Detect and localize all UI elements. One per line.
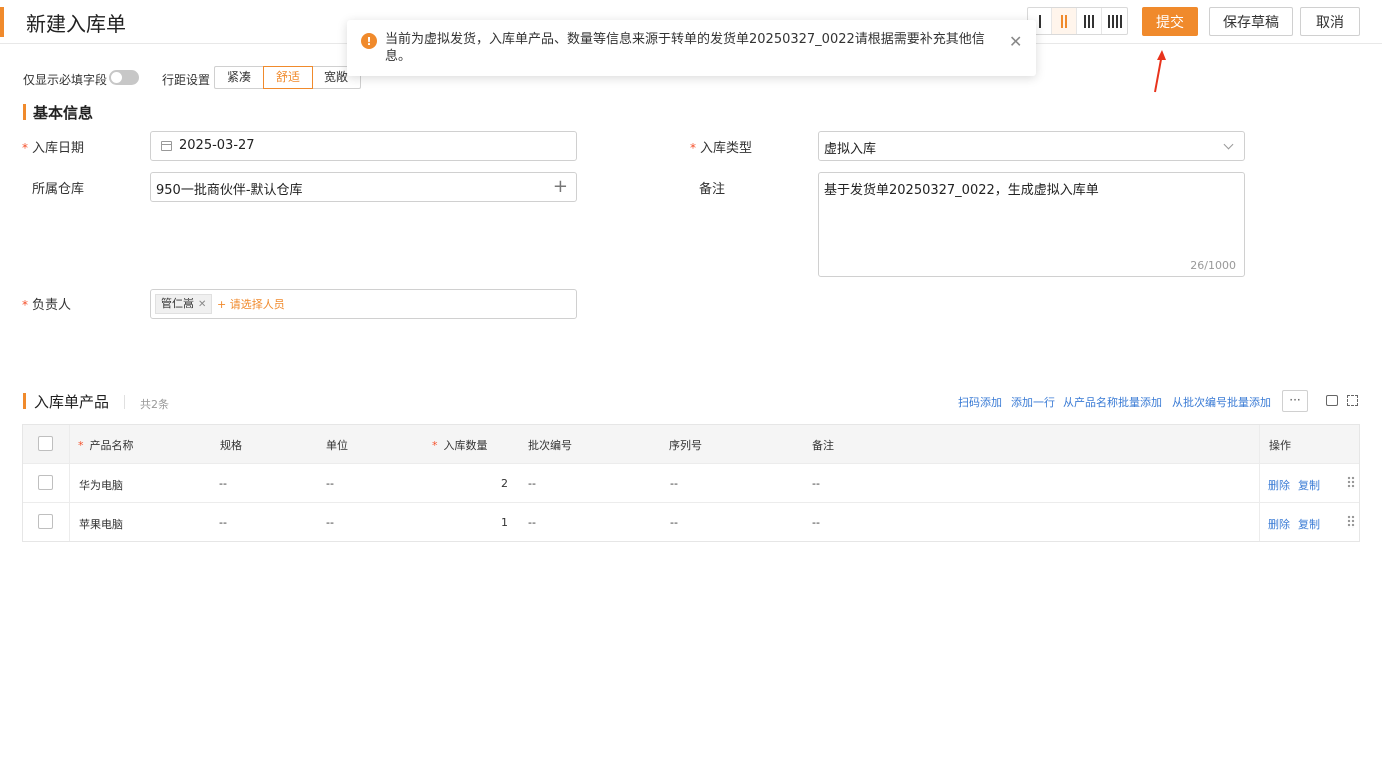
notice-message: 当前为虚拟发货，入库单产品、数量等信息来源于转单的发货单20250327_002…	[385, 32, 985, 64]
batch-cell[interactable]: --	[528, 516, 536, 529]
copy-row-link[interactable]: 复制	[1298, 516, 1320, 532]
owner-field[interactable]: 管仁嵩 ✕ + 请选择人员	[150, 289, 577, 319]
layout-3-column-button[interactable]	[1077, 8, 1102, 34]
col-quantity: * 入库数量	[432, 439, 488, 452]
products-count: 共2条	[140, 398, 169, 411]
basic-info-title: 基本信息	[33, 104, 94, 122]
fullscreen-icon[interactable]	[1347, 395, 1358, 406]
delete-row-link[interactable]: 删除	[1268, 516, 1290, 532]
page-title: 新建入库单	[26, 12, 126, 36]
chevron-down-icon	[1223, 139, 1234, 150]
drag-handle-icon[interactable]	[1347, 515, 1355, 528]
date-field[interactable]: 2025-03-27	[150, 131, 577, 161]
copy-row-link[interactable]: 复制	[1298, 477, 1320, 493]
table-row: 华为电脑 -- -- 2 -- -- -- 删除 复制	[23, 463, 1359, 502]
col-spec: 规格	[220, 439, 242, 452]
section-accent-bar	[23, 104, 26, 120]
remark-label: 备注	[699, 182, 726, 197]
products-table: * 产品名称 规格 单位 * 入库数量 批次编号 序列号 备注 操作 华为电脑 --…	[22, 424, 1360, 542]
row-checkbox[interactable]	[38, 475, 53, 490]
type-select[interactable]: 虚拟入库	[818, 131, 1245, 161]
date-label: * 入库日期	[22, 141, 85, 156]
calendar-icon	[161, 141, 172, 151]
remark-cell[interactable]: --	[812, 516, 820, 529]
product-name-cell[interactable]: 苹果电脑	[79, 516, 123, 532]
spec-cell: --	[219, 477, 227, 490]
cancel-button[interactable]: 取消	[1300, 7, 1360, 36]
type-label: * 入库类型	[690, 141, 753, 156]
warehouse-label: 所属仓库	[32, 182, 85, 197]
delete-row-link[interactable]: 删除	[1268, 477, 1290, 493]
title-divider	[124, 395, 125, 409]
column-layout-switch	[1027, 7, 1128, 35]
virtual-shipment-notice: ! 当前为虚拟发货，入库单产品、数量等信息来源于转单的发货单20250327_0…	[347, 20, 1036, 76]
remark-cell[interactable]: --	[812, 477, 820, 490]
three-bars-icon	[1084, 14, 1094, 28]
row-spacing-selector: 紧凑 舒适 宽敞	[214, 66, 362, 89]
row-checkbox[interactable]	[38, 514, 53, 529]
col-batch: 批次编号	[528, 439, 572, 452]
annotation-arrow	[1154, 50, 1166, 93]
serial-cell[interactable]: --	[670, 516, 678, 529]
select-person-link[interactable]: + 请选择人员	[217, 296, 285, 312]
submit-button[interactable]: 提交	[1142, 7, 1198, 36]
col-actions: 操作	[1269, 439, 1291, 452]
batch-cell[interactable]: --	[528, 477, 536, 490]
title-accent-bar	[0, 7, 4, 37]
warning-icon: !	[361, 33, 377, 49]
four-bars-icon	[1107, 14, 1122, 28]
table-row: 苹果电脑 -- -- 1 -- -- -- 删除 复制	[23, 502, 1359, 541]
unit-cell: --	[326, 477, 334, 490]
quantity-cell[interactable]: 1	[478, 516, 508, 529]
table-header: * 产品名称 规格 单位 * 入库数量 批次编号 序列号 备注 操作	[23, 425, 1359, 463]
spec-cell: --	[219, 516, 227, 529]
batch-add-by-name-link[interactable]: 从产品名称批量添加	[1063, 394, 1162, 410]
products-title: 入库单产品	[34, 393, 110, 411]
col-remark: 备注	[812, 439, 834, 452]
close-icon[interactable]: ✕	[1009, 32, 1022, 51]
col-unit: 单位	[326, 439, 348, 452]
layout-2-column-button[interactable]	[1052, 8, 1077, 34]
row-spacing-label: 行距设置	[162, 73, 211, 87]
required-only-label: 仅显示必填字段	[23, 73, 108, 87]
keyboard-icon[interactable]	[1326, 395, 1338, 406]
col-product-name: * 产品名称	[78, 439, 134, 452]
remove-tag-icon[interactable]: ✕	[198, 299, 206, 310]
layout-4-column-button[interactable]	[1102, 8, 1127, 34]
owner-label: * 负责人	[22, 298, 72, 313]
serial-cell[interactable]: --	[670, 477, 678, 490]
product-name-cell[interactable]: 华为电脑	[79, 477, 123, 493]
two-bars-icon	[1061, 14, 1067, 28]
col-serial: 序列号	[669, 439, 702, 452]
quantity-cell[interactable]: 2	[478, 477, 508, 490]
remark-textarea[interactable]: 基于发货单20250327_0022，生成虚拟入库单 26/1000	[818, 172, 1245, 277]
save-draft-button[interactable]: 保存草稿	[1209, 7, 1293, 36]
required-only-toggle[interactable]	[109, 70, 139, 85]
warehouse-field[interactable]: 950一批商伙伴-默认仓库 +	[150, 172, 577, 202]
unit-cell: --	[326, 516, 334, 529]
more-actions-button[interactable]: ···	[1282, 390, 1308, 412]
add-row-link[interactable]: 添加一行	[1011, 394, 1055, 410]
products-accent-bar	[23, 393, 26, 409]
drag-handle-icon[interactable]	[1347, 476, 1355, 489]
density-compact[interactable]: 紧凑	[215, 67, 265, 88]
scan-add-link[interactable]: 扫码添加	[958, 394, 1002, 410]
owner-tag: 管仁嵩 ✕	[155, 294, 213, 314]
plus-icon[interactable]: +	[553, 176, 568, 197]
batch-add-by-lot-link[interactable]: 从批次编号批量添加	[1172, 394, 1271, 410]
density-comfortable[interactable]: 舒适	[263, 66, 314, 89]
select-all-checkbox[interactable]	[38, 436, 53, 451]
remark-counter: 26/1000	[1190, 259, 1236, 272]
one-bar-icon	[1038, 14, 1041, 28]
